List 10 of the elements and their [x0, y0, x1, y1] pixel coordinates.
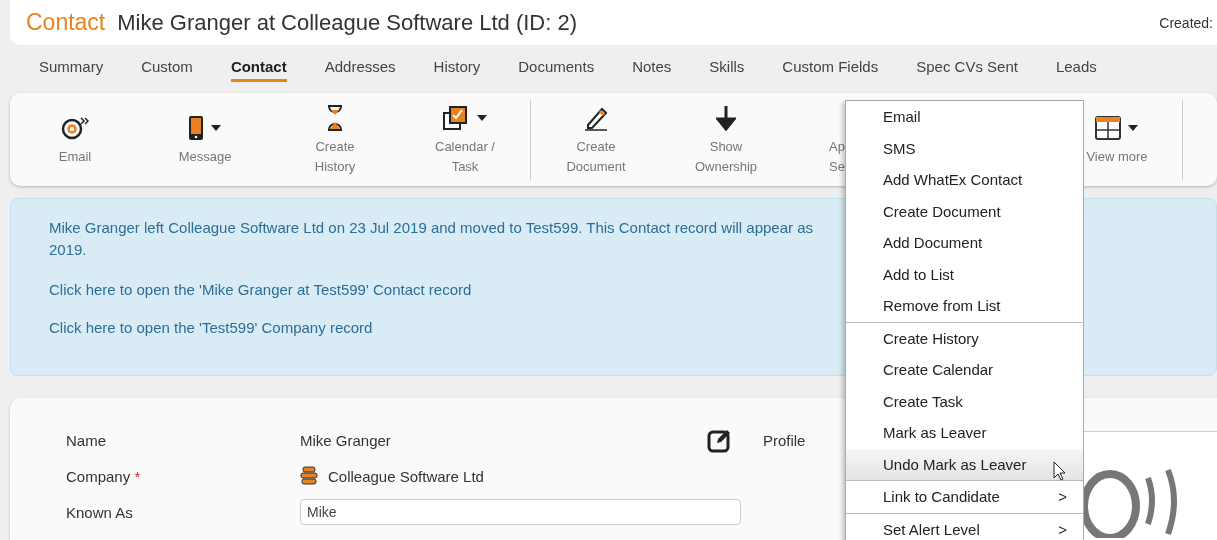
field-label: Known As — [66, 503, 134, 521]
record-title: Mike Granger at Colleague Software Ltd (ID: 2) — [117, 9, 579, 36]
banner-message: Mike Granger left Colleague Software Ltd on 23 Jul 2019 and moved to Test599. This Contact record will appear as 2019. — [49, 218, 815, 260]
created-label: Created: — [1159, 14, 1214, 31]
field-label: Name — [66, 431, 107, 449]
record-type: Contact — [26, 9, 106, 36]
field-value: Mike Granger — [300, 431, 391, 449]
field-label: Profile — [762, 431, 806, 449]
required-mark: * — [134, 467, 141, 485]
field-label: Company — [66, 467, 131, 485]
